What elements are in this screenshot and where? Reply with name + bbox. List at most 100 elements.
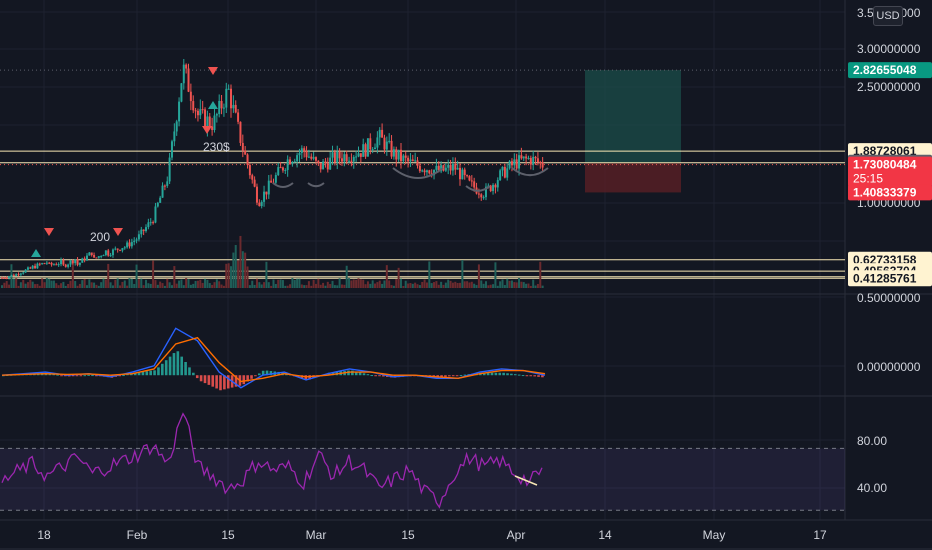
volume-bar [227,263,230,288]
macd-histogram-bar [513,374,517,376]
macd-histogram-bar [370,375,374,377]
position-zones[interactable] [585,70,681,193]
trading-chart[interactable]: 230$ 200 3.50000000 3.00000000 2.5000000… [0,0,932,550]
volume-bar [433,282,436,288]
volume-bar [267,282,270,288]
candle-body [395,149,398,160]
candle-body [95,257,98,259]
candle-body [15,274,18,276]
candle-body [260,201,263,207]
candle-body [133,240,136,243]
candle-body [369,138,372,150]
volume-bar [196,280,199,288]
volume-bar [192,283,195,288]
volume-bar [130,278,133,288]
price-badge: 2.82655048 [848,62,932,79]
volume-bar [508,280,511,288]
candle-body [8,276,11,279]
volume-bar [487,285,490,288]
price-badge-value: 0.41285761 [853,271,917,285]
candle-body [343,154,346,162]
candle-body [107,250,110,256]
volume-bar [24,283,27,288]
price-badge: 1.7308048425:15 [848,156,932,187]
candle-body [36,263,39,269]
annotation-230: 230$ [203,140,230,154]
volume-bar [340,284,343,288]
volume-bar [147,283,150,288]
candle-body [114,248,117,250]
volume-bar [178,280,181,288]
volume-bar [385,265,388,288]
candle-body [435,165,438,170]
time-label-17: 17 [813,528,827,542]
volume-bar [430,283,433,288]
candle-body [128,242,131,247]
candle-body [293,161,296,163]
volume-bar [272,279,275,288]
candle-body [300,148,303,154]
candle-body [416,160,419,166]
candle-body [466,175,469,177]
volume-bar [52,280,55,288]
volume-bar [473,283,476,288]
volume-bar [107,263,110,288]
macd-histogram-bar [153,370,156,376]
candle-body [43,263,46,265]
volume-bar [418,285,421,288]
candle-body [204,109,207,128]
volume-bar [388,280,391,288]
candle-body [496,180,499,188]
volume-bar [95,284,98,288]
macd-histogram-bar [83,375,87,377]
volume-bar [29,279,32,288]
volume-bar [525,283,528,288]
candle-body [111,249,114,256]
candle-body [527,157,530,159]
candle-body [345,154,348,162]
candle-body [135,239,138,241]
candle-body [41,263,44,265]
candle-body [152,222,155,224]
candle-body [78,262,81,265]
candle-body [449,164,452,171]
time-label-feb: Feb [127,528,148,542]
candle-body [208,116,211,127]
volume-bar [428,261,431,288]
candle-body [194,110,197,112]
volume-bar [310,285,313,288]
candle-body [71,260,74,264]
volume-bar [440,281,443,288]
volume-bar [114,279,117,288]
volume-bar [397,267,400,288]
candle-body [147,222,150,228]
currency-button[interactable]: USD [873,6,903,26]
volume-bar [489,284,492,288]
volume-bar [359,279,362,288]
macd-histogram-bar [362,373,366,376]
macd-histogram-bar [79,375,83,377]
candle-body [473,181,476,188]
macd-histogram-bar [525,375,529,377]
volume-bar [411,283,414,288]
macd-histogram-bar [164,360,168,376]
candle-body [12,274,15,276]
volume-bar [34,284,37,288]
rsi-label-80: 80.00 [857,434,887,448]
volume-bar [423,279,426,288]
macd-histogram-bar [168,356,172,376]
candle-body [336,151,339,163]
volume-bar [319,284,322,288]
volume-bar [532,279,535,288]
candle-body [534,156,537,159]
candle-body [64,264,67,267]
candle-body [515,159,518,169]
candle-body [154,206,157,223]
macd-histogram-bar [455,375,459,377]
candle-body [296,155,299,162]
volume-bar [355,279,358,288]
candle-body [69,260,72,265]
volume-bar [265,261,268,288]
volume-bar [281,280,284,288]
candle-body [104,250,107,256]
